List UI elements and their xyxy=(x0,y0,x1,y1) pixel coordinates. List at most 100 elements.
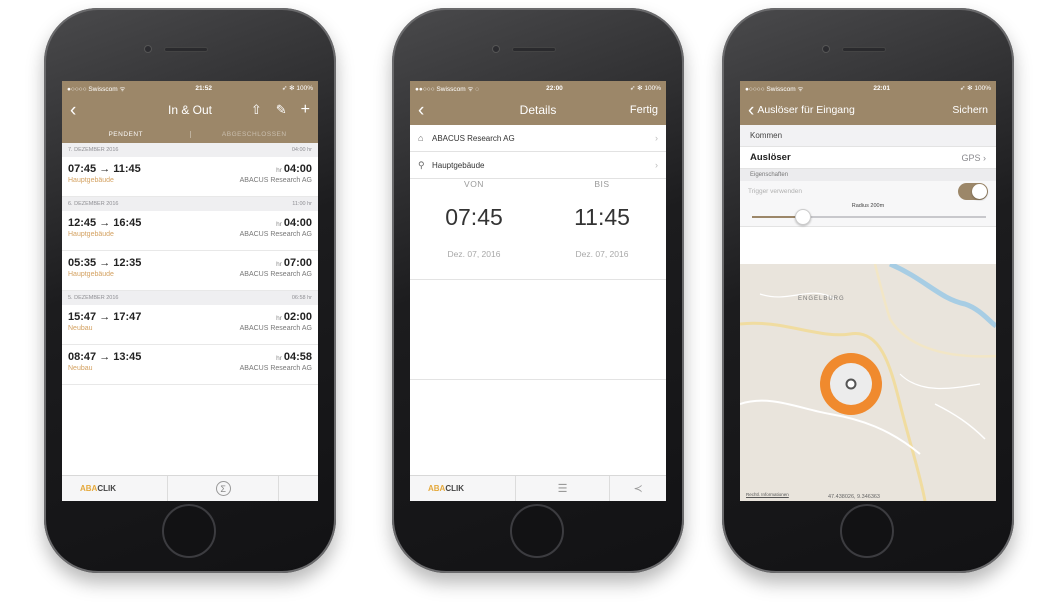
company-label: ABACUS Research AG xyxy=(432,133,515,143)
back-chevron-icon: ‹ xyxy=(748,99,755,121)
radius-slider-thumb[interactable] xyxy=(795,209,812,225)
share-icon[interactable]: ⇧ xyxy=(251,102,262,118)
ausloeser-label: Auslöser xyxy=(750,152,791,163)
list-item[interactable]: 15:47 → 17:47 Neubau hr 02:00 ABACUS Rese… xyxy=(62,305,318,345)
tab-pendent[interactable]: PENDENT xyxy=(62,131,190,138)
hr-unit: hr xyxy=(276,315,282,322)
tab-bar: ABACLIK ☰ ≺ xyxy=(410,475,666,501)
list-item[interactable]: 07:45 → 11:45 Hauptgebäude hr 04:00 ABACU… xyxy=(62,157,318,197)
entry-time: 15:47 → 17:47 xyxy=(68,311,142,323)
entry-company: ABACUS Research AG xyxy=(239,177,312,184)
list-icon[interactable]: ☰ xyxy=(558,482,568,495)
trigger-row: Trigger verwenden xyxy=(740,181,996,201)
von-label: VON xyxy=(464,179,484,189)
stage: ●○○○○ Swisscom ᯤ 21:52 ➶ ✻ 100% ‹ In & O… xyxy=(0,0,1059,603)
hr-unit: hr xyxy=(276,221,282,228)
von-column[interactable]: VON 07:45 Dez. 07, 2016 xyxy=(410,179,538,259)
abaclik-logo[interactable]: ABACLIK xyxy=(410,484,515,493)
screen-details: ●●○○○ Swisscom ᯤ ◌ 22:00 ➶ ✻ 100% ‹ Deta… xyxy=(410,81,666,501)
entry-company: ABACUS Research AG xyxy=(239,231,312,238)
place-row[interactable]: ⚲ Hauptgebäude › xyxy=(410,152,666,179)
location-pin-icon: ⚲ xyxy=(418,159,425,170)
radius-row: Radius 200m xyxy=(740,201,996,227)
plus-icon[interactable]: + xyxy=(301,101,310,119)
hr-unit: hr xyxy=(276,261,282,268)
tab-abgeschlossen[interactable]: ABGESCHLOSSEN xyxy=(189,130,319,138)
legal-link[interactable]: Rechtl. Informationen xyxy=(746,492,789,497)
battery: ➶ ✻ 100% xyxy=(281,85,313,92)
ausloeser-value: GPS xyxy=(961,152,981,163)
home-button[interactable] xyxy=(840,504,894,558)
logo-clik: CLIK xyxy=(97,484,117,493)
day-total: 04:00 hr xyxy=(291,147,312,153)
company-row[interactable]: ⌂ ABACUS Research AG › xyxy=(410,125,666,152)
phone-details: ●●○○○ Swisscom ᯤ ◌ 22:00 ➶ ✻ 100% ‹ Deta… xyxy=(392,8,684,579)
day-total: 11:00 hr xyxy=(292,201,312,207)
nav-bar: ‹ Auslöser für Eingang Sichern xyxy=(740,95,996,125)
phone-in-out: ●○○○○ Swisscom ᯤ 21:52 ➶ ✻ 100% ‹ In & O… xyxy=(44,8,336,579)
entry-place: Hauptgebäude xyxy=(68,231,114,238)
building-icon: ⌂ xyxy=(418,133,424,143)
nav-bar: ‹ In & Out ⇧ ✎ + xyxy=(62,95,318,125)
von-date: Dez. 07, 2016 xyxy=(447,249,501,259)
bis-time: 11:45 xyxy=(574,204,630,230)
bis-column[interactable]: BIS 11:45 Dez. 07, 2016 xyxy=(538,179,666,259)
pencil-icon[interactable]: ✎ xyxy=(276,102,287,118)
entry-duration: 04:58 xyxy=(283,351,312,363)
segmented-control: PENDENT ABGESCHLOSSEN xyxy=(62,125,318,143)
back-chevron-icon[interactable]: ‹ xyxy=(70,101,76,120)
divider xyxy=(410,379,666,380)
sichern-button[interactable]: Sichern xyxy=(952,104,988,116)
map-view[interactable]: ENGELBURG Rechtl. Informationen 47.43802… xyxy=(740,264,996,501)
entry-place: Neubau xyxy=(68,325,93,332)
map-coordinates: 47.438026, 9.346363 xyxy=(828,494,880,500)
entry-time: 05:35 → 12:35 xyxy=(68,257,142,269)
status-time: 22:00 xyxy=(546,84,563,92)
entry-duration: 04:00 xyxy=(283,217,312,229)
screen-trigger: ●○○○○ Swisscom ᯤ 22:01 ➶ ✻ 100% ‹ Auslös… xyxy=(740,81,996,501)
battery: ➶ ✻ 100% xyxy=(959,85,991,92)
divider xyxy=(410,279,666,280)
earpiece-speaker xyxy=(842,47,886,52)
day-date: 6. DEZEMBER 2016 xyxy=(68,201,119,207)
list-item[interactable]: 08:47 → 13:45 Neubau hr 04:58 ABACUS Rese… xyxy=(62,345,318,385)
tab-bar: ABACLIK Σ xyxy=(62,475,318,501)
section-header: Eigenschaften xyxy=(740,169,996,181)
status-time: 22:01 xyxy=(873,84,890,92)
list-item[interactable]: 05:35 → 12:35 Hauptgebäude hr 07:00 ABACU… xyxy=(62,251,318,291)
abaclik-logo[interactable]: ABACLIK xyxy=(62,484,167,493)
entry-company: ABACUS Research AG xyxy=(239,271,312,278)
back-label: Auslöser für Eingang xyxy=(757,104,855,116)
trigger-toggle[interactable] xyxy=(958,182,988,200)
entry-company: ABACUS Research AG xyxy=(239,365,312,372)
day-header: 6. DEZEMBER 2016 11:00 hr xyxy=(62,197,318,211)
chevron-right-icon: › xyxy=(655,133,658,143)
tab-cell: ≺ xyxy=(609,476,666,501)
radius-label: Radius 200m xyxy=(851,203,885,209)
hr-unit: hr xyxy=(276,355,282,362)
home-button[interactable] xyxy=(510,504,564,558)
day-date: 7. DEZEMBER 2016 xyxy=(68,147,119,153)
day-total: 06:58 hr xyxy=(291,295,312,301)
home-button[interactable] xyxy=(162,504,216,558)
network-share-icon[interactable]: ≺ xyxy=(633,482,642,495)
trigger-label: Trigger verwenden xyxy=(748,187,802,195)
status-bar: ●●○○○ Swisscom ᯤ ◌ 22:00 ➶ ✻ 100% xyxy=(410,81,666,95)
back-button[interactable]: ‹ Auslöser für Eingang xyxy=(748,101,855,120)
toggle-knob xyxy=(972,183,987,199)
status-bar: ●○○○○ Swisscom ᯤ 22:01 ➶ ✻ 100% xyxy=(740,81,996,95)
ausloeser-row[interactable]: Auslöser GPS › xyxy=(740,147,996,169)
day-header: 7. DEZEMBER 2016 04:00 hr xyxy=(62,143,318,157)
von-time: 07:45 xyxy=(445,204,503,230)
list-item[interactable]: 12:45 → 16:45 Hauptgebäude hr 04:00 ABACU… xyxy=(62,211,318,251)
entry-place: Hauptgebäude xyxy=(68,271,114,278)
tab-cell: Σ xyxy=(167,476,278,501)
entry-place: Neubau xyxy=(68,365,93,372)
entry-duration: 02:00 xyxy=(283,311,312,323)
kommen-label: Kommen xyxy=(750,131,783,140)
fertig-button[interactable]: Fertig xyxy=(630,104,658,116)
back-chevron-icon[interactable]: ‹ xyxy=(418,101,424,120)
sigma-icon[interactable]: Σ xyxy=(215,481,231,496)
carrier: ●○○○○ Swisscom ᯤ xyxy=(745,85,804,93)
battery: ➶ ✻ 100% xyxy=(629,85,661,92)
